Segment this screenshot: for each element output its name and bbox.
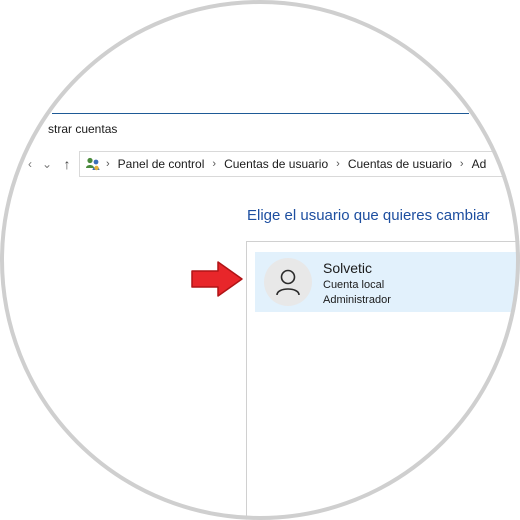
breadcrumb-item-cuentas-de-usuario-2[interactable]: Cuentas de usuario (348, 157, 452, 171)
navigation-bar: ‹ ⌄ ↑ › Panel de control › Cuentas de us… (0, 146, 520, 184)
user-accounts-window: strar cuentas ‹ ⌄ ↑ › Panel de control ›… (0, 0, 520, 520)
account-tile-solvetic[interactable]: Solvetic Cuenta local Administrador (255, 252, 520, 312)
avatar (264, 258, 312, 306)
title-bar-border (52, 113, 469, 114)
chevron-left-icon: ‹ (28, 157, 32, 171)
breadcrumb-item-panel-de-control[interactable]: Panel de control (118, 157, 205, 171)
breadcrumb-item-truncated[interactable]: Ad (472, 157, 487, 171)
page-heading: Elige el usuario que quieres cambiar (247, 207, 490, 224)
address-bar[interactable]: › Panel de control › Cuentas de usuario … (79, 151, 520, 177)
chevron-down-icon: ⌄ (41, 157, 53, 171)
account-name: Solvetic (323, 260, 373, 276)
window-title: strar cuentas (48, 122, 118, 136)
back-button[interactable]: ‹ (22, 155, 38, 173)
breadcrumb-separator[interactable]: › (212, 158, 216, 170)
screenshot-viewport: strar cuentas ‹ ⌄ ↑ › Panel de control ›… (0, 0, 520, 520)
account-type: Cuenta local (323, 279, 385, 291)
up-button[interactable]: ↑ (59, 155, 75, 173)
breadcrumb: › Panel de control › Cuentas de usuario … (106, 157, 486, 171)
right-arrow-icon (191, 261, 243, 297)
breadcrumb-separator: › (106, 158, 110, 170)
recent-locations-button[interactable]: ⌄ (39, 155, 55, 173)
breadcrumb-item-cuentas-de-usuario[interactable]: Cuentas de usuario (224, 157, 328, 171)
breadcrumb-separator[interactable]: › (460, 158, 464, 170)
breadcrumb-separator[interactable]: › (336, 158, 340, 170)
user-icon (276, 269, 300, 296)
account-role: Administrador (323, 294, 391, 306)
up-arrow-icon: ↑ (63, 156, 71, 172)
control-panel-users-icon (86, 157, 100, 171)
